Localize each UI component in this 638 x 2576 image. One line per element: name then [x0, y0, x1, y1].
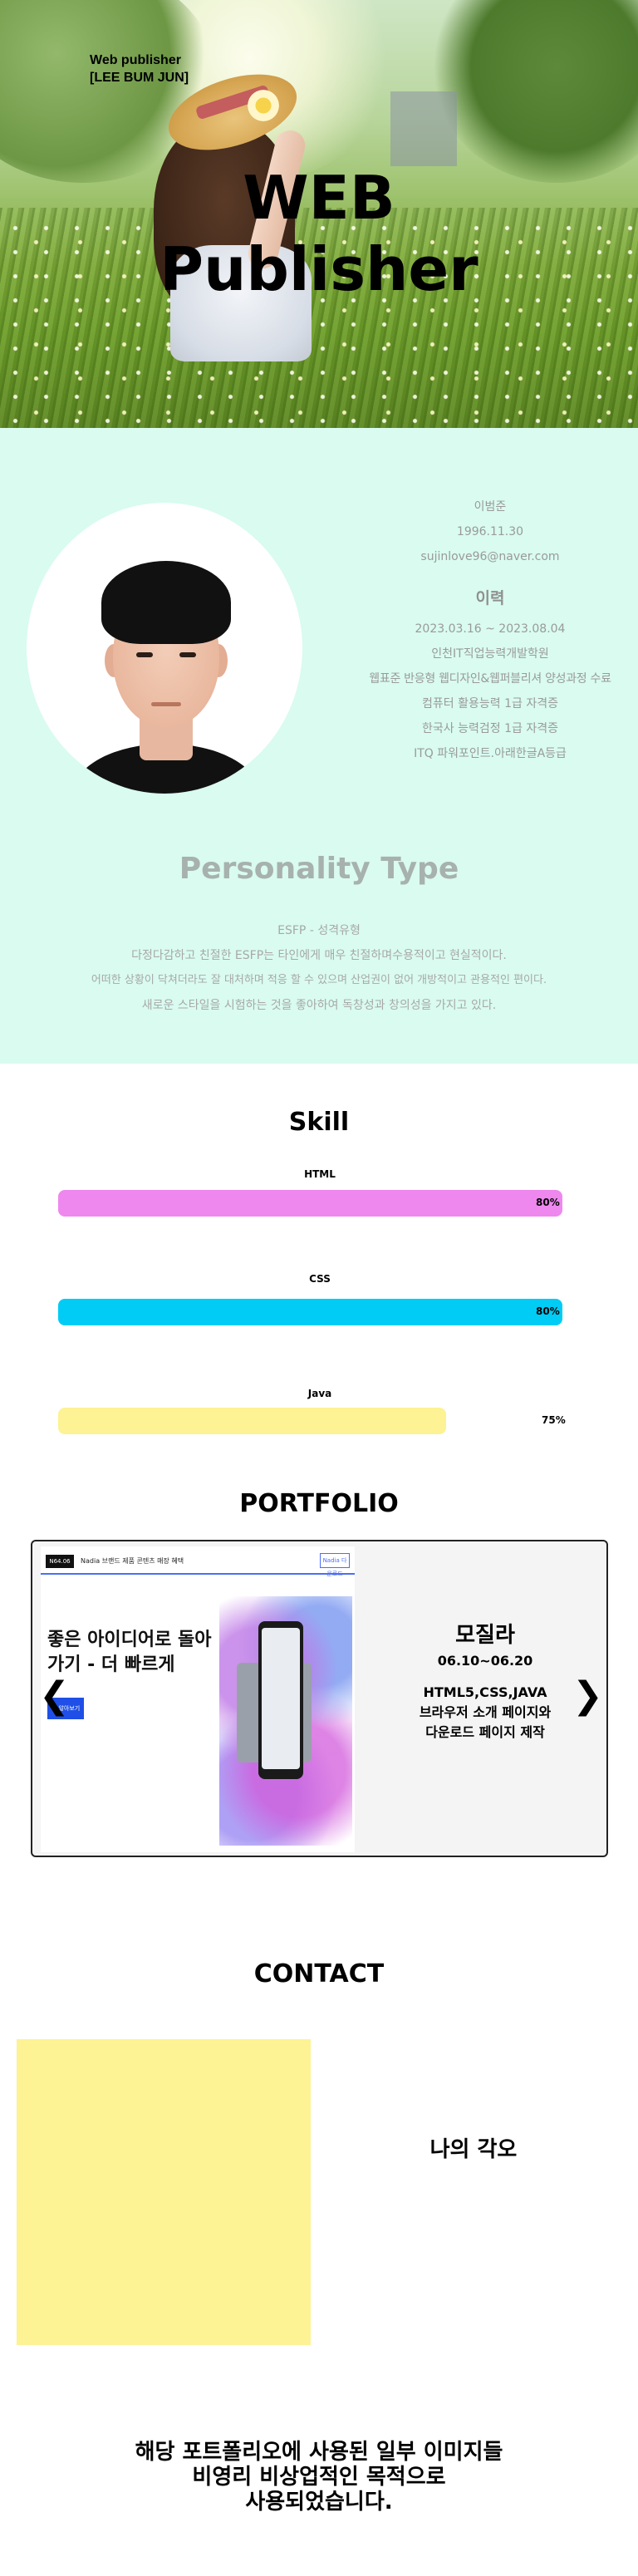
profile-info: 이범준 1996.11.30 sujinlove96@naver.com	[366, 494, 615, 569]
screenshot-logo: N64.06	[46, 1555, 74, 1568]
career-item: ITQ 파워포인트.아래한글A등급	[414, 747, 567, 760]
skill-bar-html	[58, 1190, 562, 1217]
portfolio-screenshot[interactable]: N64.06 Nadia 브랜드 제품 콘텐츠 매장 혜택 Nadia 다운로드…	[41, 1546, 355, 1852]
project-detail: 브라우저 소개 페이지와	[419, 1704, 552, 1720]
hero-title-line2: Publisher	[160, 234, 478, 304]
screenshot-navbar: N64.06 Nadia 브랜드 제품 콘텐츠 매장 혜택 Nadia 다운로드	[41, 1546, 355, 1577]
personality-title: Personality Type	[179, 852, 459, 886]
screenshot-nav-button: Nadia 다운로드	[320, 1553, 350, 1577]
profile-birth: 1996.11.30	[456, 525, 524, 538]
career-item: 웹표준 반응형 웹디자인&웹퍼블리셔 양성과정 수료	[369, 672, 611, 686]
personality-line: 다정다감하고 친절한 ESFP는 타인에게 매우 친절하며수용적이고 현실적이다…	[131, 949, 507, 962]
project-details: 06.10~06.20 HTML5,CSS,JAVA 브라우저 소개 페이지와 …	[390, 1651, 581, 1743]
portfolio-title: PORTFOLIO	[239, 1489, 399, 1518]
project-detail: 다운로드 페이지 제작	[425, 1724, 545, 1740]
personality-line: 새로운 스타일을 시험하는 것을 좋아하여 독창성과 창의성을 가지고 있다.	[141, 999, 497, 1012]
contact-image-box	[17, 2039, 311, 2345]
skill-bar-java	[58, 1408, 446, 1434]
about-section: 이범준 1996.11.30 sujinlove96@naver.com 이력 …	[0, 428, 638, 1064]
profile-photo	[27, 503, 302, 794]
hero-name: [LEE BUM JUN]	[90, 71, 189, 85]
skill-title: Skill	[288, 1108, 350, 1137]
skill-percent-css: 80%	[536, 1305, 560, 1317]
portfolio-slider: N64.06 Nadia 브랜드 제품 콘텐츠 매장 혜택 Nadia 다운로드…	[31, 1540, 608, 1857]
personality-line: 어떠한 상황이 닥쳐더라도 잘 대처하며 적응 할 수 있으며 산업권이 없어 …	[91, 974, 547, 986]
personality-description: ESFP - 성격유형 다정다감하고 친절한 ESFP는 타인에게 매우 친절하…	[0, 918, 638, 1018]
career-item: 인천IT직업능력개발학원	[431, 647, 549, 661]
prev-arrow-icon[interactable]: ❮	[39, 1674, 70, 1717]
skill-name-css: CSS	[309, 1273, 331, 1285]
disclaimer-line: 사용되었습니다.	[245, 2490, 393, 2515]
skill-name-html: HTML	[304, 1168, 336, 1180]
disclaimer-line: 해당 포트폴리오에 사용된 일부 이미지들	[135, 2440, 503, 2465]
project-name: 모질라	[455, 1623, 515, 1648]
personality-line: ESFP - 성격유형	[277, 924, 361, 937]
hero-role: Web publisher	[90, 53, 181, 67]
disclaimer-text: 해당 포트폴리오에 사용된 일부 이미지들 비영리 비상업적인 목적으로 사용되…	[0, 2440, 638, 2515]
contact-title: CONTACT	[253, 1959, 385, 1989]
hero-house	[390, 91, 457, 166]
skill-name-java: Java	[307, 1388, 332, 1399]
career-title: 이력	[475, 589, 505, 607]
career-item: 2023.03.16 ~ 2023.08.04	[415, 622, 566, 636]
hero-tagline: Web publisher [LEE BUM JUN]	[90, 52, 189, 86]
hero-tree-right	[432, 0, 638, 183]
skill-percent-html: 80%	[536, 1197, 560, 1208]
hero-banner: Web publisher [LEE BUM JUN] WEB Publishe…	[0, 0, 638, 428]
career-item: 한국사 능력검정 1급 자격증	[422, 722, 558, 735]
career-list: 2023.03.16 ~ 2023.08.04 인천IT직업능력개발학원 웹표준…	[366, 617, 615, 766]
skill-bar-css	[58, 1299, 562, 1325]
profile-name: 이범준	[474, 500, 507, 514]
skill-percent-java: 75%	[542, 1414, 566, 1426]
project-dates: 06.10~06.20	[437, 1653, 533, 1669]
screenshot-menu: Nadia 브랜드 제품 콘텐츠 매장 혜택	[81, 1557, 184, 1565]
contact-heading: 나의 각오	[429, 2137, 518, 2162]
profile-email: sujinlove96@naver.com	[420, 550, 560, 563]
screenshot-headline: 좋은 아이디어로 돌아가기 - 더 빠르게	[47, 1630, 212, 1675]
career-item: 컴퓨터 활용능력 1급 자격증	[422, 697, 558, 710]
disclaimer-line: 비영리 비상업적인 목적으로	[192, 2465, 446, 2490]
hero-title-line1: WEB	[243, 163, 395, 233]
screenshot-phone	[258, 1621, 303, 1779]
project-detail: HTML5,CSS,JAVA	[423, 1684, 547, 1700]
